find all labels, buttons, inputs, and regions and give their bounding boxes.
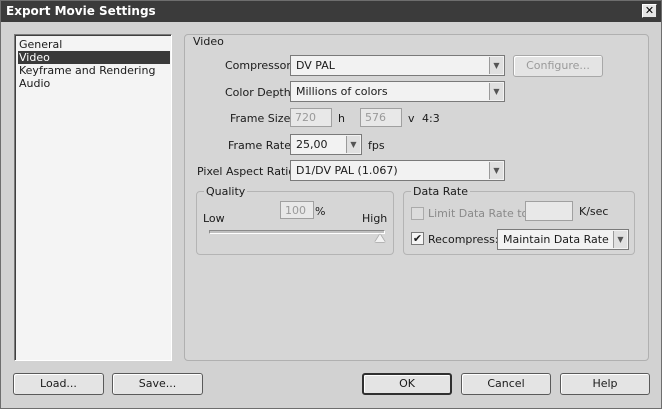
settings-category-list[interactable]: General Video Keyframe and Rendering Aud…	[14, 34, 172, 361]
pixel-aspect-ratio-label: Pixel Aspect Ratio:	[197, 165, 299, 178]
limit-data-rate-checkbox[interactable]	[411, 207, 424, 220]
color-depth-value: Millions of colors	[296, 85, 388, 98]
quality-percent-label: %	[315, 205, 326, 218]
chevron-down-icon: ▼	[613, 231, 627, 248]
aspect-ratio-text: 4:3	[422, 112, 440, 125]
chevron-down-icon: ▼	[489, 57, 503, 74]
sidebar-item-keyframe-and-rendering[interactable]: Keyframe and Rendering	[18, 64, 170, 77]
frame-size-label: Frame Size:	[230, 112, 295, 125]
chevron-down-icon: ▼	[489, 162, 503, 179]
chevron-down-icon: ▼	[346, 136, 360, 153]
fps-label: fps	[368, 139, 385, 152]
quality-group-label: Quality	[204, 185, 248, 198]
frame-width-field[interactable]: 720	[290, 108, 332, 127]
configure-button[interactable]: Configure...	[513, 55, 603, 77]
quality-high-label: High	[362, 212, 388, 225]
compressor-select[interactable]: DV PAL ▼	[290, 55, 505, 76]
cancel-button[interactable]: Cancel	[461, 373, 551, 395]
sidebar-item-video[interactable]: Video	[18, 51, 170, 64]
help-button[interactable]: Help	[560, 373, 650, 395]
data-rate-group-label: Data Rate	[411, 185, 470, 198]
compressor-label: Compressor:	[225, 59, 295, 72]
sidebar-item-audio[interactable]: Audio	[18, 77, 170, 90]
pixel-aspect-ratio-select[interactable]: D1/DV PAL (1.067) ▼	[290, 160, 505, 181]
recompress-mode-value: Maintain Data Rate	[503, 233, 609, 246]
quality-slider-thumb[interactable]	[375, 234, 385, 242]
limit-data-rate-field[interactable]	[525, 201, 573, 221]
save-button[interactable]: Save...	[112, 373, 203, 395]
compressor-value: DV PAL	[296, 59, 335, 72]
color-depth-label: Color Depth:	[225, 86, 295, 99]
title-bar[interactable]: Export Movie Settings ✕	[1, 1, 661, 22]
frame-rate-value: 25,00	[296, 138, 328, 151]
color-depth-select[interactable]: Millions of colors ▼	[290, 81, 505, 102]
frame-height-field[interactable]: 576	[360, 108, 402, 127]
chevron-down-icon: ▼	[489, 83, 503, 100]
frame-rate-select[interactable]: 25,00 ▼	[290, 134, 362, 155]
quality-low-label: Low	[203, 212, 225, 225]
close-icon[interactable]: ✕	[642, 4, 657, 18]
limit-data-rate-label: Limit Data Rate to:	[428, 207, 532, 220]
load-button[interactable]: Load...	[13, 373, 104, 395]
quality-slider-track[interactable]	[209, 230, 385, 234]
recompress-checkbox[interactable]: ✔	[411, 232, 424, 245]
video-group-label: Video	[191, 35, 226, 48]
frame-rate-label: Frame Rate:	[228, 139, 295, 152]
recompress-mode-select[interactable]: Maintain Data Rate ▼	[497, 229, 629, 250]
sidebar-item-general[interactable]: General	[18, 38, 170, 51]
pixel-aspect-ratio-value: D1/DV PAL (1.067)	[296, 164, 398, 177]
window-title: Export Movie Settings	[6, 4, 156, 18]
frame-width-unit: h	[338, 112, 345, 125]
export-movie-settings-dialog: Export Movie Settings ✕ General Video Ke…	[0, 0, 662, 409]
checkmark-icon: ✔	[412, 232, 423, 245]
quality-value-field[interactable]: 100	[280, 201, 314, 219]
frame-height-unit: v	[408, 112, 415, 125]
recompress-label: Recompress:	[428, 233, 499, 246]
ok-button[interactable]: OK	[362, 373, 452, 395]
data-rate-unit-label: K/sec	[579, 205, 609, 218]
